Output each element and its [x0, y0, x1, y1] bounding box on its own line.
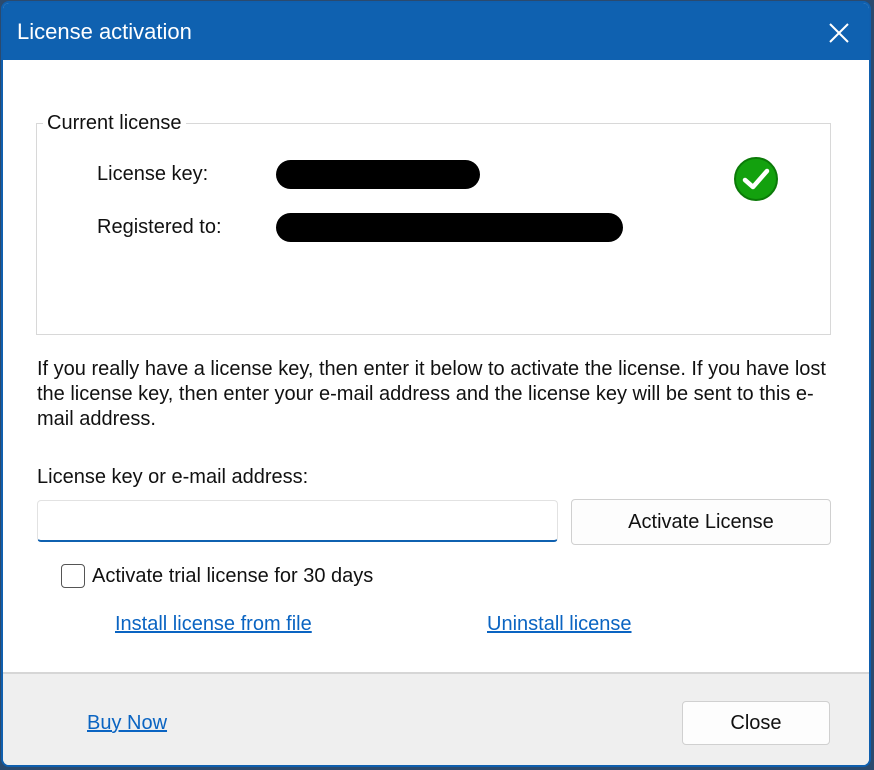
title-bar: License activation: [3, 3, 869, 60]
registered-to-redacted: [276, 213, 623, 242]
uninstall-license-link[interactable]: Uninstall license: [487, 613, 632, 636]
license-key-redacted: [276, 160, 480, 189]
license-key-input[interactable]: [37, 500, 558, 542]
dialog-footer: Buy Now Close: [3, 672, 869, 765]
license-key-label: License key:: [97, 163, 209, 185]
instructions-text: If you really have a license key, then e…: [37, 358, 826, 430]
license-activation-dialog: License activation Current license Licen…: [1, 1, 871, 767]
close-window-button[interactable]: [819, 13, 859, 53]
trial-checkbox-label[interactable]: Activate trial license for 30 days: [92, 565, 373, 588]
close-icon: [829, 23, 849, 43]
close-button[interactable]: Close: [682, 701, 830, 745]
buy-now-link[interactable]: Buy Now: [87, 712, 167, 735]
activate-license-button[interactable]: Activate License: [571, 499, 831, 545]
license-input-label: License key or e-mail address:: [37, 466, 309, 488]
registered-to-label: Registered to:: [97, 216, 222, 238]
install-license-link[interactable]: Install license from file: [115, 613, 312, 636]
trial-checkbox[interactable]: [61, 564, 85, 588]
check-circle-icon: [734, 157, 778, 201]
window-title: License activation: [17, 19, 192, 44]
current-license-legend: Current license: [47, 112, 182, 134]
